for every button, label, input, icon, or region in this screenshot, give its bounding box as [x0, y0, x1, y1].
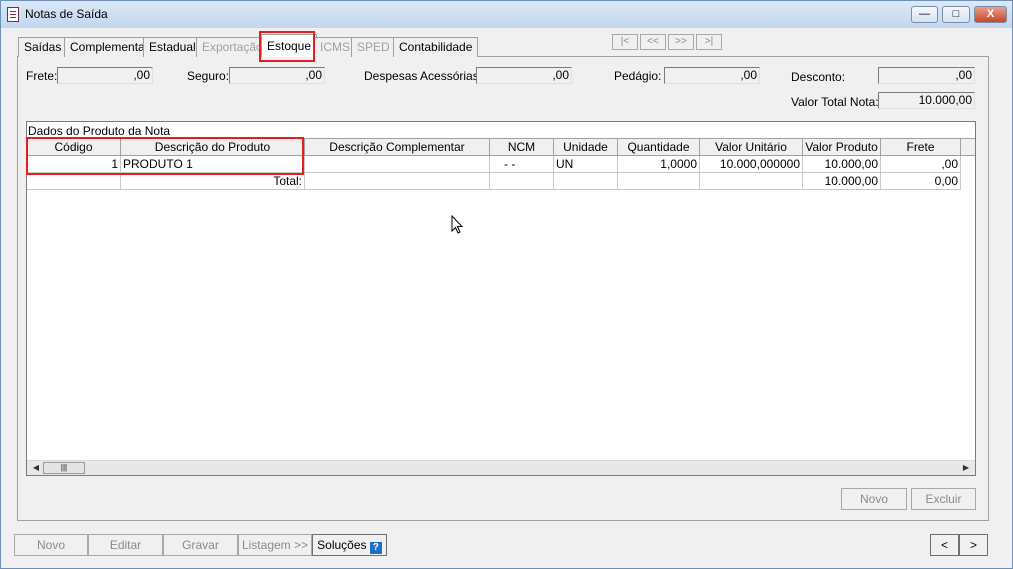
row-unidade[interactable]: UN — [554, 156, 618, 173]
total-blank-5 — [618, 173, 700, 190]
total-blank-2 — [305, 173, 490, 190]
main-window: Notas de Saída — □ X Saídas Complementar… — [0, 0, 1013, 569]
product-grid: Dados do Produto da Nota Código Descriçã… — [26, 121, 976, 476]
nav-next-button[interactable]: >> — [668, 34, 694, 50]
row-descricao-complementar[interactable] — [305, 156, 490, 173]
header-descricao-complementar[interactable]: Descrição Complementar — [305, 139, 490, 156]
header-codigo[interactable]: Código — [27, 139, 121, 156]
mouse-cursor-icon — [451, 215, 464, 234]
header-frete[interactable]: Frete — [881, 139, 961, 156]
tab-sped[interactable]: SPED — [351, 37, 396, 57]
grid-novo-button[interactable]: Novo — [841, 488, 907, 510]
scroll-thumb[interactable]: ||| — [43, 462, 85, 474]
valor-total-field[interactable]: 10.000,00 — [878, 92, 975, 109]
desconto-field[interactable]: ,00 — [878, 67, 975, 84]
seguro-field[interactable]: ,00 — [229, 67, 325, 84]
despesas-field[interactable]: ,00 — [476, 67, 572, 84]
gravar-button[interactable]: Gravar — [163, 534, 238, 556]
tab-contabilidade[interactable]: Contabilidade — [393, 37, 479, 57]
close-button[interactable]: X — [974, 6, 1007, 23]
valor-total-label: Valor Total Nota: — [791, 95, 879, 109]
close-icon: X — [986, 8, 995, 20]
novo-button[interactable]: Novo — [14, 534, 88, 556]
scroll-right-icon[interactable]: ▶ — [959, 462, 973, 474]
editar-button[interactable]: Editar — [88, 534, 163, 556]
total-frete: 0,00 — [881, 173, 961, 190]
tab-icms[interactable]: ICMS — [314, 37, 356, 57]
solucoes-label: Soluções — [317, 538, 367, 552]
row-valor-unitario[interactable]: 10.000,000000 — [700, 156, 803, 173]
row-ncm[interactable]: - - — [490, 156, 554, 173]
row-quantidade[interactable]: 1,0000 — [618, 156, 700, 173]
solucoes-button[interactable]: Soluções ? — [312, 534, 387, 556]
nav-prev-button[interactable]: << — [640, 34, 666, 50]
total-blank-3 — [490, 173, 554, 190]
scroll-left-icon[interactable]: ◀ — [29, 462, 43, 474]
help-icon: ? — [369, 542, 382, 554]
pedagio-label: Pedágio: — [614, 69, 662, 83]
header-filler — [961, 139, 975, 156]
despesas-label: Despesas Acessórias: — [364, 69, 483, 83]
pager-next-button[interactable]: > — [959, 534, 988, 556]
row-frete[interactable]: ,00 — [881, 156, 961, 173]
row-codigo[interactable]: 1 — [27, 156, 121, 173]
header-valor-produto[interactable]: Valor Produto — [803, 139, 881, 156]
frete-label: Frete: — [26, 69, 58, 83]
tab-estadual[interactable]: Estadual — [143, 37, 202, 57]
document-icon — [7, 7, 19, 22]
total-label: Total: — [121, 173, 305, 190]
header-valor-unitario[interactable]: Valor Unitário — [700, 139, 803, 156]
total-valor-produto: 10.000,00 — [803, 173, 881, 190]
header-quantidade[interactable]: Quantidade — [618, 139, 700, 156]
header-descricao[interactable]: Descrição do Produto — [121, 139, 305, 156]
frete-field[interactable]: ,00 — [57, 67, 153, 84]
nav-first-button[interactable]: |< — [612, 34, 638, 50]
minimize-button[interactable]: — — [911, 6, 938, 23]
listagem-button[interactable]: Listagem >> — [238, 534, 312, 556]
tab-saidas[interactable]: Saídas — [18, 37, 68, 57]
nav-last-button[interactable]: >| — [696, 34, 722, 50]
horizontal-scrollbar[interactable]: ◀ ||| ▶ — [27, 460, 975, 475]
header-ncm[interactable]: NCM — [490, 139, 554, 156]
row-valor-produto[interactable]: 10.000,00 — [803, 156, 881, 173]
total-blank — [27, 173, 121, 190]
header-unidade[interactable]: Unidade — [554, 139, 618, 156]
tab-estoque[interactable]: Estoque — [261, 34, 318, 57]
minimize-icon: — — [919, 8, 930, 20]
row-descricao[interactable]: PRODUTO 1 — [121, 156, 305, 173]
window-title: Notas de Saída — [25, 7, 108, 21]
tab-complementar[interactable]: Complementar — [64, 37, 155, 57]
tab-exportacao[interactable]: Exportação — [196, 37, 269, 57]
pager-prev-button[interactable]: < — [930, 534, 959, 556]
total-blank-6 — [700, 173, 803, 190]
title-bar: Notas de Saída — □ X — [1, 1, 1012, 28]
grid-excluir-button[interactable]: Excluir — [911, 488, 976, 510]
grid-caption: Dados do Produto da Nota — [28, 124, 171, 138]
maximize-button[interactable]: □ — [942, 6, 970, 23]
pedagio-field[interactable]: ,00 — [664, 67, 760, 84]
maximize-icon: □ — [952, 8, 960, 20]
seguro-label: Seguro: — [187, 69, 230, 83]
total-blank-4 — [554, 173, 618, 190]
desconto-label: Desconto: — [791, 70, 846, 84]
